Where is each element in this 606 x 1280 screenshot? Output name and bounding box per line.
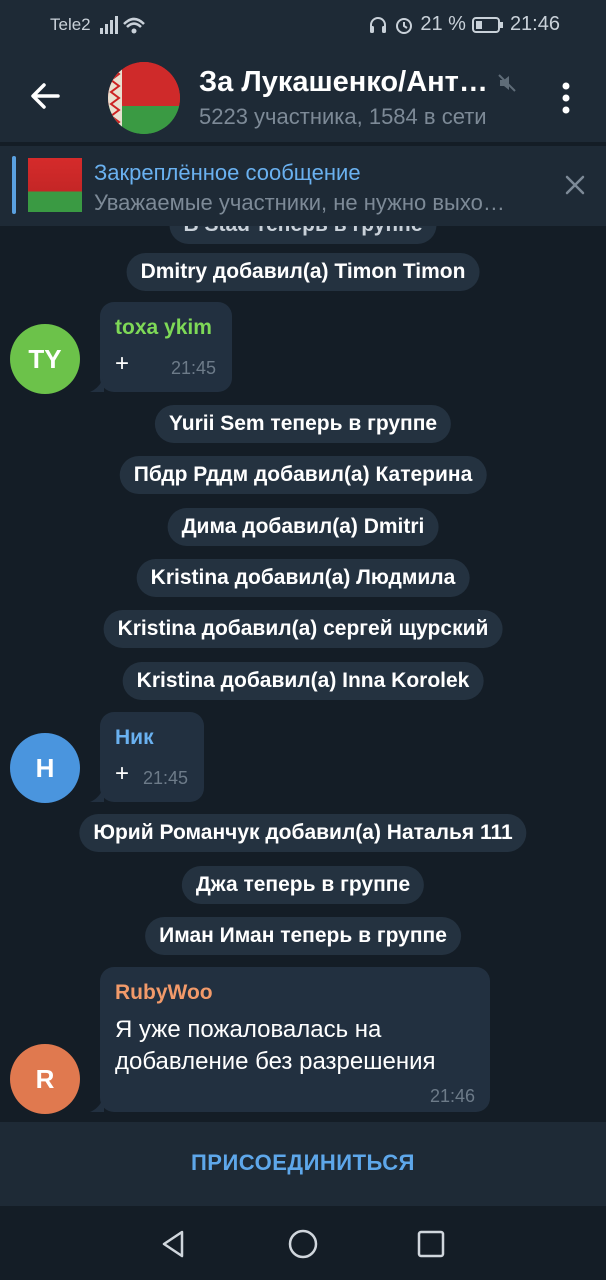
message-time: 21:45	[171, 358, 217, 378]
chat-area[interactable]: В Stad теперь в группе Dmitry добавил(а)…	[0, 226, 606, 1122]
system-nav-bar	[0, 1206, 606, 1280]
headphones-icon	[370, 16, 387, 33]
signal-icon	[100, 16, 145, 34]
status-bar: Tele2 21 % 21:46	[0, 0, 606, 52]
message-time: 21:46	[430, 1086, 476, 1106]
battery-icon	[471, 16, 503, 33]
service-message: Yurii Sem теперь в группе	[154, 405, 452, 443]
bubble-tail	[90, 376, 104, 392]
avatar[interactable]: Н	[10, 733, 80, 803]
service-message: Dmitry добавил(а) Timon Timon	[126, 253, 480, 291]
service-message: Иман Иман теперь в группе	[145, 917, 461, 955]
message-author[interactable]: toxa ykim	[115, 316, 212, 340]
battery-percent: 21 %	[420, 13, 466, 35]
message-author[interactable]: RubyWoo	[115, 981, 213, 1005]
pinned-message[interactable]: Закреплённое сообщение Уважаемые участни…	[0, 146, 606, 226]
message-bubble[interactable]: Ник + 21:45	[90, 712, 204, 802]
pinned-title: Закреплённое сообщение	[94, 160, 361, 185]
pinned-thumbnail	[28, 158, 82, 212]
close-icon[interactable]	[562, 172, 588, 198]
message-text: +	[115, 350, 130, 377]
message-bubble[interactable]: RubyWoo Я уже пожаловалась на добавление…	[90, 967, 490, 1112]
more-menu-icon[interactable]	[553, 80, 579, 116]
service-message: Kristina добавил(а) Inna Korolek	[122, 662, 484, 700]
avatar[interactable]: R	[10, 1044, 80, 1114]
service-message: Юрий Романчук добавил(а) Наталья 111	[79, 814, 527, 852]
chat-avatar[interactable]	[108, 62, 180, 134]
service-message: Джа теперь в группе	[181, 866, 425, 904]
service-message: Пбдр Рддм добавил(а) Катерина	[119, 456, 487, 494]
service-message: Kristina добавил(а) сергей щурский	[103, 610, 503, 648]
service-message: Kristina добавил(а) Людмила	[136, 559, 470, 597]
service-message: Дима добавил(а) Dmitri	[167, 508, 439, 546]
chat-title[interactable]: За Лукашенко/Ант…	[199, 66, 488, 99]
clock: 21:46	[509, 13, 560, 35]
message-bubble[interactable]: toxa ykim + 21:45	[90, 302, 232, 392]
carrier-label: Tele2	[50, 15, 91, 34]
pinned-accent-bar	[12, 156, 16, 214]
join-button[interactable]: ПРИСОЕДИНИТЬСЯ	[191, 1150, 415, 1176]
flag-icon	[108, 62, 180, 134]
alarm-icon	[396, 17, 413, 34]
avatar[interactable]: TY	[10, 324, 80, 394]
message-time: 21:45	[143, 768, 189, 788]
service-message: В Stad теперь в группе	[169, 226, 437, 244]
nav-back-icon[interactable]	[158, 1228, 190, 1260]
bubble-tail	[90, 1096, 104, 1112]
bubble-tail	[90, 786, 104, 802]
message-text: +	[115, 760, 130, 787]
back-arrow-icon[interactable]	[26, 76, 66, 116]
nav-home-icon[interactable]	[287, 1228, 319, 1260]
message-text-line: Я уже пожаловалась на	[115, 1016, 382, 1043]
mute-icon	[498, 74, 516, 92]
nav-recents-icon[interactable]	[415, 1228, 447, 1260]
join-bar: ПРИСОЕДИНИТЬСЯ	[0, 1122, 606, 1206]
message-text-line: добавление без разрешения	[115, 1048, 436, 1075]
pinned-text: Уважаемые участники, не нужно выхо…	[94, 190, 505, 215]
message-author[interactable]: Ник	[115, 726, 154, 750]
chat-header: За Лукашенко/Ант… 5223 участника, 1584 в…	[0, 52, 606, 142]
chat-subtitle: 5223 участника, 1584 в сети	[199, 104, 487, 129]
